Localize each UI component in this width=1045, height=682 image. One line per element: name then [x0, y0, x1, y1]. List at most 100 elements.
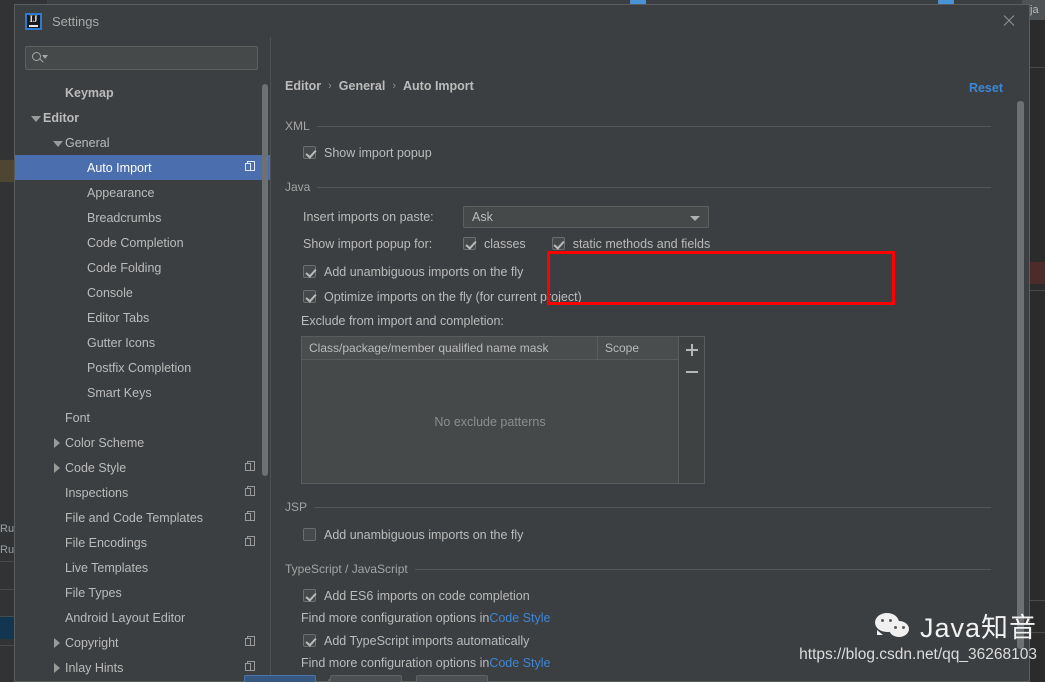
sidebar-item-label: Code Style [65, 460, 127, 475]
sidebar-item-color-scheme[interactable]: Color Scheme [15, 430, 270, 455]
checkbox-add-typescript-imports[interactable] [303, 634, 316, 647]
checkbox-add-es6-imports[interactable] [303, 589, 316, 602]
sidebar-item-label: File Encodings [65, 535, 147, 550]
cancel-button[interactable] [330, 675, 402, 682]
row-optimize-imports[interactable]: Optimize imports on the fly (for current… [271, 284, 1011, 309]
sidebar-item-auto-import[interactable]: Auto Import [15, 155, 270, 180]
sidebar-item-live-templates[interactable]: Live Templates [15, 555, 270, 580]
sidebar-item-editor-tabs[interactable]: Editor Tabs [15, 305, 270, 330]
hint-typescript-prefix: Find more configuration options in [301, 656, 490, 670]
hint-es6-code-style: Find more configuration options in Code … [271, 608, 1011, 628]
sidebar-item-label: Live Templates [65, 560, 149, 575]
sidebar-item-gutter-icons[interactable]: Gutter Icons [15, 330, 270, 355]
sidebar-item-file-types[interactable]: File Types [15, 580, 270, 605]
row-xml-show-import-popup[interactable]: Show import popup [271, 140, 1011, 165]
settings-sidebar: Keymap Editor General Auto Import Appearance… [15, 37, 270, 681]
search-input[interactable] [48, 51, 251, 65]
chevron-right-icon[interactable] [51, 461, 65, 475]
sidebar-item-label: General [65, 135, 110, 150]
project-scope-icon [245, 511, 256, 523]
search-container [15, 37, 270, 80]
sidebar-item-editor[interactable]: Editor [15, 105, 270, 130]
remove-exclude-pattern-button[interactable] [681, 361, 703, 383]
breadcrumb-separator-icon: › [328, 80, 332, 92]
sidebar-item-copyright[interactable]: Copyright [15, 630, 270, 655]
checkbox-static-methods-and-fields[interactable] [551, 237, 565, 250]
checkbox-add-unambiguous-imports-jsp[interactable] [303, 528, 316, 541]
section-rule [316, 125, 991, 127]
sidebar-item-code-style[interactable]: Code Style [15, 455, 270, 480]
row-show-import-popup-for: Show import popup for: classes static me… [271, 231, 1011, 256]
sidebar-item-file-encodings[interactable]: File Encodings [15, 530, 270, 555]
sidebar-item-label: Smart Keys [87, 385, 152, 400]
sidebar-item-code-folding[interactable]: Code Folding [15, 255, 270, 280]
label-add-typescript-imports: Add TypeScript imports automatically [324, 633, 530, 648]
label-add-unambiguous-imports-java: Add unambiguous imports on the fly [324, 264, 524, 279]
row-add-typescript-imports[interactable]: Add TypeScript imports automatically [271, 628, 1011, 653]
chevron-down-icon[interactable] [29, 111, 43, 125]
search-box[interactable] [25, 46, 258, 70]
column-header-scope[interactable]: Scope [598, 337, 678, 359]
row-add-unambiguous-imports-java[interactable]: Add unambiguous imports on the fly [271, 259, 1011, 284]
sidebar-item-font[interactable]: Font [15, 405, 270, 430]
sidebar-item-keymap[interactable]: Keymap [15, 80, 270, 105]
checkbox-xml-show-import-popup[interactable] [303, 146, 316, 159]
project-scope-icon [245, 461, 256, 473]
main-scrollbar[interactable] [1017, 101, 1024, 649]
hint-es6-prefix: Find more configuration options in [301, 611, 490, 625]
breadcrumb-item-general[interactable]: General [339, 79, 386, 93]
apply-button[interactable] [416, 675, 488, 682]
project-scope-icon [245, 536, 256, 548]
sidebar-item-label: Copyright [65, 635, 119, 650]
link-code-style-es6[interactable]: Code Style [489, 611, 550, 625]
insert-imports-on-paste-value: Ask [472, 209, 493, 224]
search-icon [32, 51, 48, 65]
insert-imports-on-paste-dropdown[interactable]: Ask [463, 205, 709, 228]
chevron-right-icon[interactable] [51, 661, 65, 675]
breadcrumb-item-editor[interactable]: Editor [285, 79, 321, 93]
link-code-style-typescript[interactable]: Code Style [489, 656, 550, 670]
column-header-name-mask[interactable]: Class/package/member qualified name mask [302, 337, 598, 359]
sidebar-item-breadcrumbs[interactable]: Breadcrumbs [15, 205, 270, 230]
settings-dialog: Settings Keymap Editor General Auto Import A… [14, 4, 1030, 682]
checkbox-classes[interactable] [463, 237, 476, 250]
breadcrumb-item-auto-import: Auto Import [403, 79, 474, 93]
sidebar-item-label: Appearance [87, 185, 155, 200]
reset-link[interactable]: Reset [969, 81, 1003, 95]
chevron-right-icon[interactable] [51, 636, 65, 650]
sidebar-item-console[interactable]: Console [15, 280, 270, 305]
ok-button[interactable] [244, 675, 316, 682]
sidebar-item-inspections[interactable]: Inspections [15, 480, 270, 505]
chevron-down-icon[interactable] [51, 136, 65, 150]
settings-tree: Keymap Editor General Auto Import Appearance… [15, 80, 270, 681]
sidebar-scrollbar[interactable] [262, 84, 268, 476]
chevron-right-icon[interactable] [51, 436, 65, 450]
sidebar-item-smart-keys[interactable]: Smart Keys [15, 380, 270, 405]
project-scope-icon [245, 486, 256, 498]
sidebar-item-file-and-code-templates[interactable]: File and Code Templates [15, 505, 270, 530]
sidebar-item-android-layout-editor[interactable]: Android Layout Editor [15, 605, 270, 630]
add-exclude-pattern-button[interactable] [681, 339, 703, 361]
dialog-button-bar [30, 675, 1045, 682]
sidebar-item-postfix-completion[interactable]: Postfix Completion [15, 355, 270, 380]
label-show-import-popup-for: Show import popup for: [303, 236, 433, 251]
close-icon[interactable] [1001, 13, 1017, 29]
section-rule [317, 186, 991, 188]
sidebar-item-label: Code Completion [87, 235, 184, 250]
sidebar-item-code-completion[interactable]: Code Completion [15, 230, 270, 255]
checkbox-add-unambiguous-imports-java[interactable] [303, 265, 316, 278]
exclude-table-empty-state: No exclude patterns [302, 360, 678, 483]
sidebar-item-general[interactable]: General [15, 130, 270, 155]
row-insert-imports-on-paste: Insert imports on paste: Ask [271, 204, 1011, 229]
row-add-unambiguous-imports-jsp[interactable]: Add unambiguous imports on the fly [271, 522, 1011, 547]
row-add-es6-imports[interactable]: Add ES6 imports on code completion [271, 583, 1011, 608]
sidebar-item-appearance[interactable]: Appearance [15, 180, 270, 205]
checkbox-optimize-imports[interactable] [303, 290, 316, 303]
project-scope-icon [245, 636, 256, 648]
